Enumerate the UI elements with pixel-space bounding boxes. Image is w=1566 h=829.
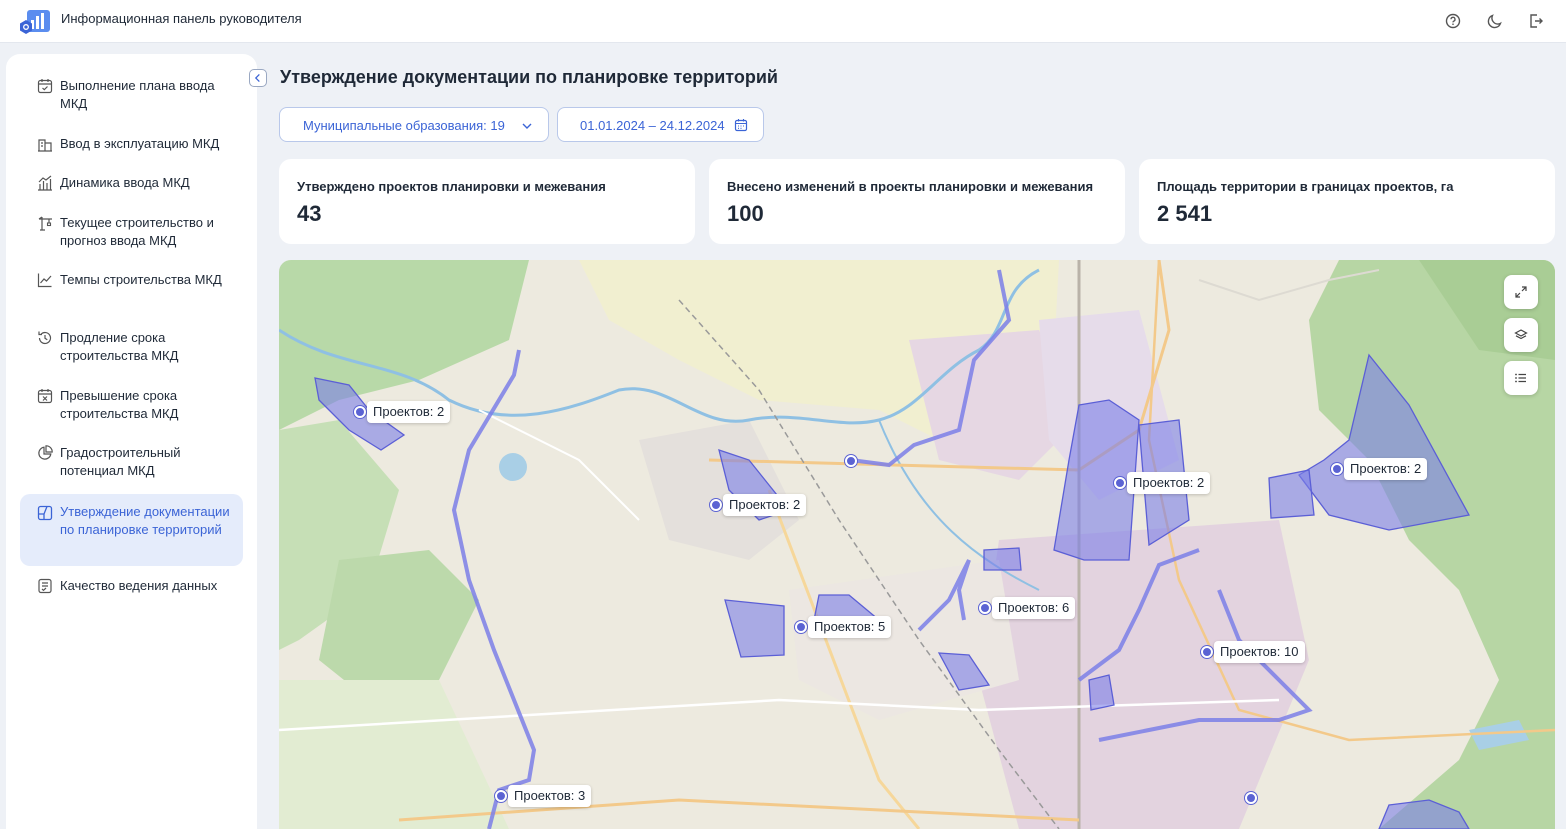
sidebar-item-current-construction[interactable]: Текущее строительство и прогноз ввода МК… bbox=[20, 214, 243, 254]
marker-dot bbox=[495, 790, 507, 802]
sidebar-item-overrun[interactable]: Превышение срока строительства МКД bbox=[20, 387, 243, 427]
sidebar-item-data-quality[interactable]: Качество ведения данных bbox=[20, 577, 243, 599]
marker-label: Проектов: 2 bbox=[367, 401, 451, 423]
sidebar-item-label: Продление срока строительства МКД bbox=[60, 330, 179, 363]
sidebar-item-label: Ввод в эксплуатацию МКД bbox=[60, 136, 220, 151]
marker-label: Проектов: 5 bbox=[808, 616, 892, 638]
map-view[interactable]: Проектов: 2 Проектов: 2 Проектов: 2 Прое… bbox=[279, 260, 1555, 829]
sidebar-item-label: Градостроительный потенциал МКД bbox=[60, 445, 181, 478]
chevron-down-icon bbox=[522, 123, 532, 129]
marker-label: Проектов: 10 bbox=[1214, 641, 1305, 663]
pie-chart-icon bbox=[38, 445, 53, 460]
map-marker-point[interactable] bbox=[1245, 787, 1259, 809]
date-range-value: 01.01.2024 – 24.12.2024 bbox=[580, 118, 725, 133]
calendar-x-icon bbox=[37, 389, 53, 404]
calendar-check-icon bbox=[37, 79, 53, 94]
calendar-icon bbox=[734, 119, 748, 132]
marker-dot bbox=[979, 602, 991, 614]
sidebar-item-label: Качество ведения данных bbox=[60, 578, 218, 593]
app-logo-icon bbox=[20, 10, 50, 34]
collapse-sidebar-button[interactable] bbox=[249, 69, 267, 87]
kpi-approved-projects: Утверждено проектов планировки и межеван… bbox=[279, 159, 695, 244]
marker-dot bbox=[1245, 792, 1257, 804]
building-icon bbox=[38, 139, 52, 152]
sidebar-item-planning-docs[interactable]: Утверждение документации по планировке т… bbox=[20, 494, 243, 566]
sidebar-item-plan[interactable]: Выполнение плана ввода МКД bbox=[20, 77, 243, 117]
map-marker-point[interactable] bbox=[845, 450, 859, 472]
sidebar-item-label: Выполнение плана ввода МКД bbox=[60, 78, 215, 111]
kpi-value: 2 541 bbox=[1157, 201, 1213, 226]
crane-icon bbox=[38, 216, 52, 231]
sidebar-item-commissioning[interactable]: Ввод в эксплуатацию МКД bbox=[20, 135, 243, 157]
kpi-value: 43 bbox=[297, 201, 322, 226]
marker-dot bbox=[710, 499, 722, 511]
marker-label: Проектов: 3 bbox=[508, 785, 592, 807]
trend-chart-icon bbox=[37, 273, 52, 288]
marker-label: Проектов: 2 bbox=[723, 494, 807, 516]
layers-button[interactable] bbox=[1504, 318, 1538, 352]
kpi-label: Утверждено проектов планировки и межеван… bbox=[297, 179, 606, 194]
sidebar: Выполнение плана ввода МКД Ввод в эксплу… bbox=[6, 54, 257, 829]
marker-dot bbox=[845, 455, 857, 467]
kpi-changes-made: Внесено изменений в проекты планировки и… bbox=[709, 159, 1125, 244]
marker-label: Проектов: 2 bbox=[1344, 458, 1428, 480]
history-icon bbox=[38, 331, 52, 345]
sidebar-item-dynamics[interactable]: Динамика ввода МКД bbox=[20, 174, 243, 196]
page-title: Утверждение документации по планировке т… bbox=[280, 67, 778, 87]
sidebar-item-label: Темпы строительства МКД bbox=[60, 272, 222, 287]
marker-dot bbox=[354, 406, 366, 418]
moon-icon[interactable] bbox=[1485, 11, 1505, 31]
kpi-label: Внесено изменений в проекты планировки и… bbox=[727, 179, 1094, 194]
map-layout-icon bbox=[37, 505, 53, 521]
checklist-icon bbox=[38, 578, 52, 594]
help-icon[interactable] bbox=[1443, 11, 1463, 31]
sidebar-item-label: Утверждение документации по планировке т… bbox=[60, 504, 230, 537]
marker-dot bbox=[795, 621, 807, 633]
sidebar-item-extension[interactable]: Продление срока строительства МКД bbox=[20, 329, 243, 369]
layers-icon bbox=[1514, 329, 1528, 340]
logout-icon[interactable] bbox=[1526, 11, 1546, 31]
date-range-picker[interactable]: 01.01.2024 – 24.12.2024 bbox=[557, 107, 764, 142]
list-icon bbox=[1515, 373, 1526, 383]
marker-dot bbox=[1331, 463, 1343, 475]
kpi-value: 100 bbox=[727, 201, 764, 226]
municipal-filter-label: Муниципальные образования: 19 bbox=[303, 118, 505, 133]
marker-label: Проектов: 6 bbox=[992, 597, 1076, 619]
kpi-territory-area: Площадь территории в границах проектов, … bbox=[1139, 159, 1555, 244]
marker-dot bbox=[1114, 477, 1126, 489]
marker-dot bbox=[1201, 646, 1213, 658]
fullscreen-button[interactable] bbox=[1504, 275, 1538, 309]
kpi-label: Площадь территории в границах проектов, … bbox=[1157, 179, 1454, 194]
sidebar-item-pace[interactable]: Темпы строительства МКД bbox=[20, 271, 243, 311]
marker-label: Проектов: 2 bbox=[1127, 472, 1211, 494]
map-background bbox=[279, 260, 1555, 829]
sidebar-item-label: Текущее строительство и прогноз ввода МК… bbox=[60, 215, 214, 248]
sidebar-item-label: Динамика ввода МКД bbox=[60, 175, 190, 190]
list-button[interactable] bbox=[1504, 361, 1538, 395]
sidebar-item-label: Превышение срока строительства МКД bbox=[60, 388, 179, 421]
top-bar: Информационная панель руководителя bbox=[0, 0, 1566, 43]
building-chart-icon bbox=[38, 175, 52, 191]
app-title: Информационная панель руководителя bbox=[61, 11, 302, 26]
fullscreen-icon bbox=[1515, 286, 1527, 298]
municipal-filter-dropdown[interactable]: Муниципальные образования: 19 bbox=[279, 107, 549, 142]
sidebar-item-potential[interactable]: Градостроительный потенциал МКД bbox=[20, 444, 243, 484]
